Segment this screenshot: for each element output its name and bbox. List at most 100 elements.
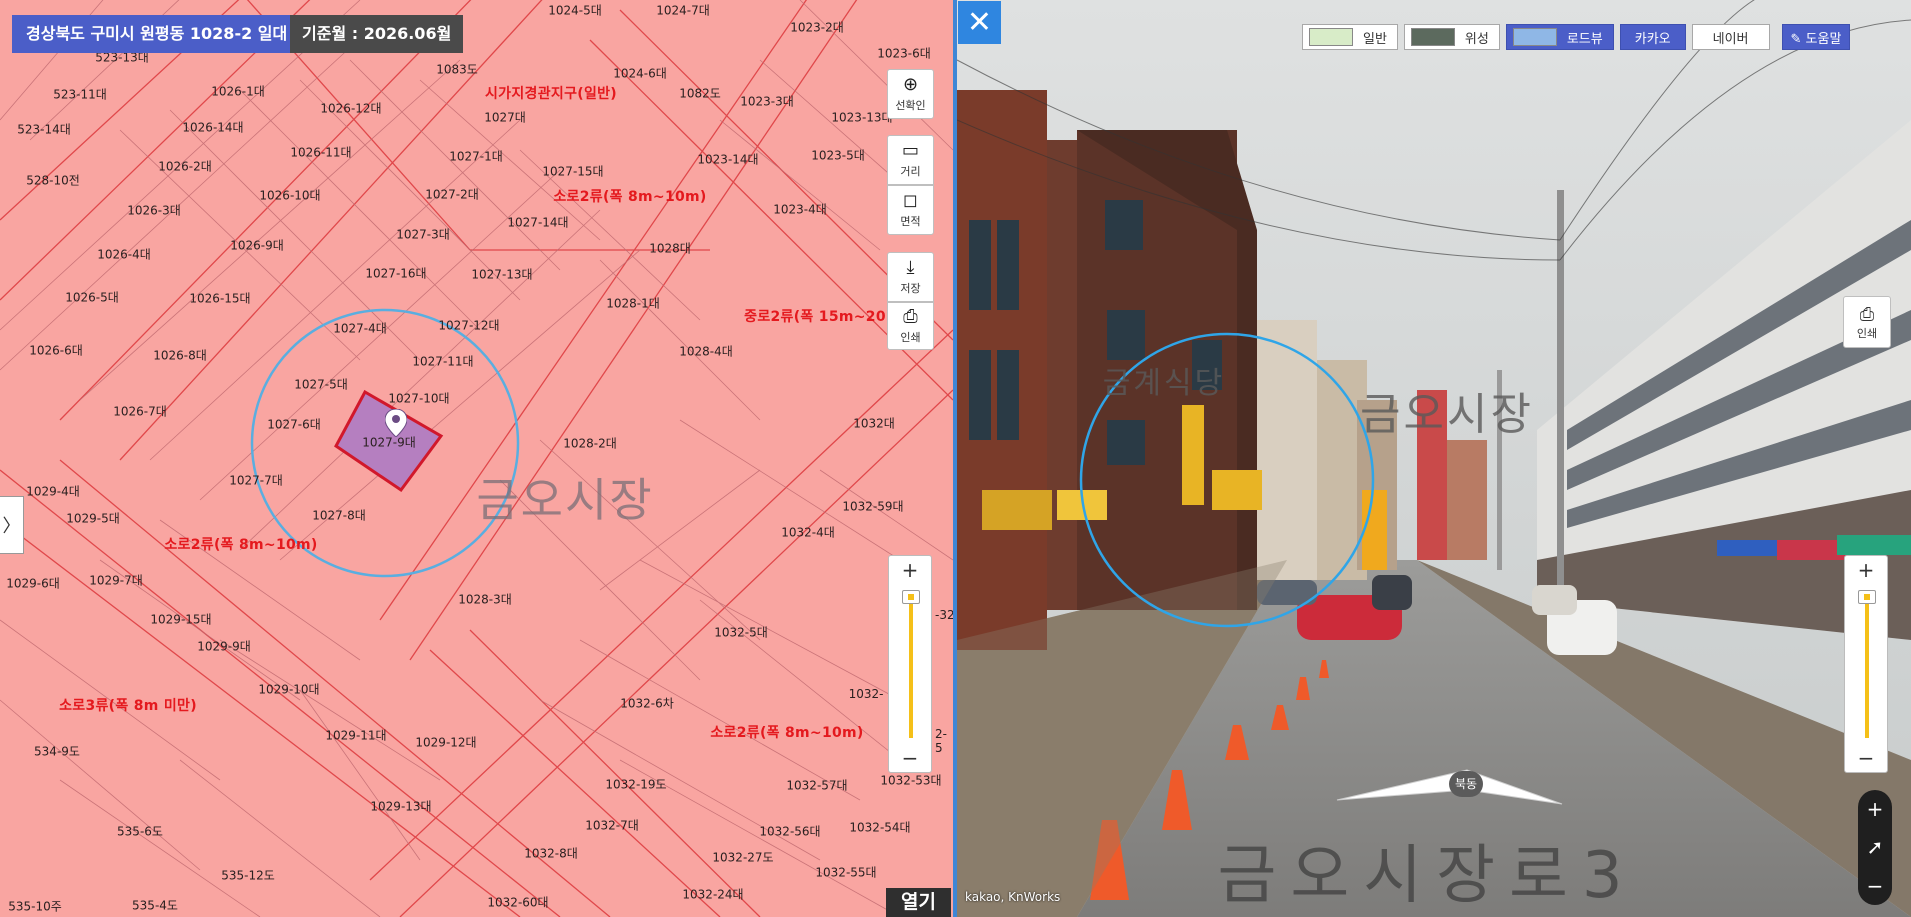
view-zoom-track[interactable] <box>1865 592 1869 738</box>
map-type-label: 위성 <box>1464 31 1489 47</box>
parcel-label: 1032-8대 <box>524 846 578 861</box>
view-zoom-out-button[interactable]: − <box>1845 744 1887 772</box>
parcel-label: 1029-9대 <box>197 639 251 654</box>
parcel-label: 1029-6대 <box>6 576 60 591</box>
area-button[interactable]: ◻ 면적 <box>887 185 934 235</box>
zoom-out-icon[interactable]: − <box>1867 874 1884 898</box>
parcel-label: 1028-4대 <box>679 344 733 359</box>
roadview-map-thumbnail-icon <box>1512 28 1557 46</box>
road-name-label: 금오시장로3 <box>1217 839 1637 913</box>
parcel-label: 1026-7대 <box>113 404 167 419</box>
map-zoom-knob[interactable] <box>902 590 920 604</box>
parcel-label: 1032-5대 <box>714 625 768 640</box>
tool-label: 인쇄 <box>900 331 921 344</box>
view-zoom-in-button[interactable]: + <box>1845 556 1887 584</box>
compass-icon[interactable]: ➚ <box>1867 835 1884 859</box>
zone-label: 소로2류(폭 8m~10m) <box>710 725 864 741</box>
parcel-label: 1027-16대 <box>365 266 427 281</box>
parcel-label: 1026-9대 <box>230 238 284 253</box>
parcel-label: 1023-6대 <box>877 46 931 61</box>
view-zoom-control[interactable]: + − <box>1844 555 1888 773</box>
map-zoom-control[interactable]: + − <box>888 555 932 773</box>
parcel-label: 1029-10대 <box>258 682 320 697</box>
parcel-label: 1024-6대 <box>613 66 667 81</box>
parcel-label: 1026-2대 <box>158 159 212 174</box>
parcel-label: 1032-59대 <box>842 499 904 514</box>
parcel-label: 1029-7대 <box>89 573 143 588</box>
direction-badge: 북동 <box>1449 771 1483 797</box>
parcel-label: 535-6도 <box>117 824 163 839</box>
zoom-plus-circle-icon: ⊕ <box>902 74 919 95</box>
provider-naver-button[interactable]: 네이버 <box>1691 24 1770 50</box>
map-zoom-track[interactable] <box>909 592 913 738</box>
restaurant-sign-label: 금계식당 <box>1102 366 1226 401</box>
parcel-label: 1024-5대 <box>548 3 602 18</box>
distance-button[interactable]: ▭ 거리 <box>887 135 934 185</box>
parcel-label: 1026-15대 <box>189 291 251 306</box>
zoom-in-icon[interactable]: + <box>1867 797 1884 821</box>
map-zoom-in-button[interactable]: + <box>889 556 931 584</box>
parcel-label: 1029-12대 <box>415 735 477 750</box>
parcel-label: 1032-53대 <box>880 773 942 788</box>
parcel-label: 1027-15대 <box>542 164 604 179</box>
map-type-satellite-button[interactable]: 위성 <box>1403 24 1500 50</box>
market-sign-label: 금오시장 <box>1360 389 1534 440</box>
parcel-label: 1027-5대 <box>294 377 348 392</box>
provider-label: 카카오 <box>1634 31 1671 47</box>
parcel-label: 1026-12대 <box>320 101 382 116</box>
parcel-label: 1028-2대 <box>563 436 617 451</box>
map-type-toolbar: 일반 위성 로드뷰 카카오 네이버 ✎ 도움말 <box>1302 24 1851 50</box>
view-zoom-knob[interactable] <box>1858 590 1876 604</box>
expand-panel-button[interactable]: 〉 <box>0 496 24 554</box>
parcel-label: 1027-3대 <box>396 227 450 242</box>
parcel-label: 1029-5대 <box>66 511 120 526</box>
printer-icon: ⎙ <box>903 306 918 327</box>
parcel-label: 1023-14대 <box>697 152 759 167</box>
parcel-label: 523-14대 <box>17 122 71 137</box>
parcel-label: 1027-13대 <box>471 267 533 282</box>
parcel-label: 1027-12대 <box>438 318 500 333</box>
help-button[interactable]: ✎ 도움말 <box>1781 24 1851 50</box>
print-button[interactable]: ⎙ 인쇄 <box>887 302 934 350</box>
map-type-roadview-button[interactable]: 로드뷰 <box>1505 24 1614 50</box>
map-type-label: 일반 <box>1363 31 1387 47</box>
zone-label: 시가지경관지구(일반) <box>484 86 618 102</box>
street-view-print-button[interactable]: ⎙ 인쇄 <box>1843 296 1891 348</box>
parcel-label: 1032-56대 <box>759 824 821 839</box>
parcel-label: 1027-10대 <box>388 391 450 406</box>
address-badge: 경상북도 구미시 원평동 1028-2 일대 <box>12 15 302 53</box>
parcel-label: 1032-27도 <box>712 850 774 865</box>
zone-label: 소로2류(폭 8m~10m) <box>164 537 318 553</box>
provider-kakao-button[interactable]: 카카오 <box>1619 24 1686 50</box>
parcel-label: 1032대 <box>853 416 895 431</box>
parcel-label: 1032-19도 <box>605 777 667 792</box>
chevron-right-icon: 〉 <box>2 516 21 537</box>
printer-icon: ⎙ <box>1859 303 1875 325</box>
parcel-label: 1026-5대 <box>65 290 119 305</box>
parcel-label: 1024-7대 <box>656 3 710 18</box>
cadastral-map[interactable]: 1024-5대 1024-7대 1023-2대 523-13대 1023-6대 1024-… <box>0 0 953 917</box>
parcel-label: 1028-3대 <box>458 592 512 607</box>
edge-parcel-label: -32 <box>935 608 953 622</box>
tool-label: 거리 <box>900 165 921 178</box>
tool-label: 저장 <box>900 282 921 295</box>
satellite-map-thumbnail-icon <box>1410 28 1455 46</box>
parcel-label: 528-10전 <box>26 173 80 188</box>
parcel-label: 1027대 <box>484 110 526 125</box>
map-zoom-out-button[interactable]: − <box>889 744 931 772</box>
parcel-label: 1027-14대 <box>507 215 569 230</box>
parcel-label: 1032-60대 <box>487 895 549 910</box>
parcel-label: 1029-15대 <box>150 612 212 627</box>
provider-label: 네이버 <box>1712 31 1749 47</box>
close-street-view-button[interactable]: ✕ <box>958 1 1001 44</box>
parcel-check-button[interactable]: ⊕ 선확인 <box>887 69 934 119</box>
save-button[interactable]: ⤓ 저장 <box>887 252 934 302</box>
close-icon: ✕ <box>966 5 993 40</box>
parcel-label: 1032-54대 <box>849 820 911 835</box>
ruler-icon: ▭ <box>901 140 919 161</box>
parcel-label: 1032-7대 <box>585 818 639 833</box>
street-view[interactable]: 금계식당 금오시장 금오시장로3 북동 kakao, KnWorks 일반 위성… <box>957 0 1911 917</box>
tool-label: 면적 <box>900 215 921 228</box>
open-button[interactable]: 열기 <box>886 888 951 917</box>
map-type-normal-button[interactable]: 일반 <box>1302 24 1398 50</box>
